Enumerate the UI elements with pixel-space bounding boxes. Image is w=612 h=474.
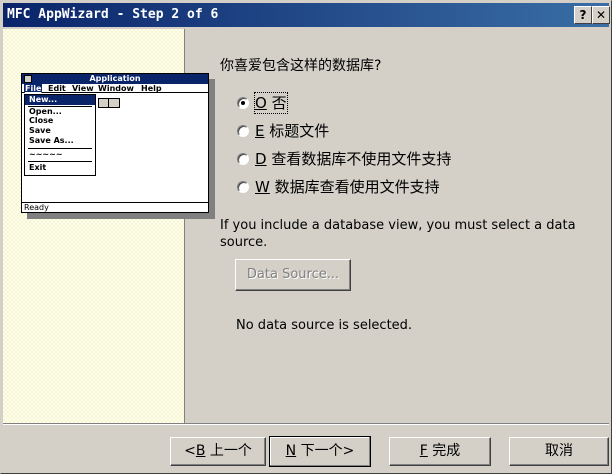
illustration-menu-separator <box>28 161 92 162</box>
database-question: 你喜爱包含这样的数据库? <box>220 58 382 74</box>
database-view-info: If you include a database view, you must… <box>220 218 576 250</box>
access-key: O <box>255 94 267 112</box>
next-label: 下一个> <box>300 443 355 459</box>
illustration-menu-window: Window <box>98 84 134 93</box>
illustration-menu-item: New... <box>25 95 95 105</box>
option-text: 查看数据库不使用文件支持 <box>271 150 452 168</box>
illustration-panel: Application File Edit View Window Help N… <box>3 29 215 423</box>
back-access-key: B <box>195 443 206 459</box>
finish-button[interactable]: F 完成 <box>389 437 491 466</box>
window-title: MFC AppWizard - Step 2 of 6 <box>7 7 219 22</box>
access-key: E <box>255 122 265 140</box>
illustration-menu-view: View <box>72 84 94 93</box>
radio-button[interactable] <box>237 125 249 137</box>
application-illustration: Application File Edit View Window Help N… <box>21 73 215 219</box>
data-source-status: No data source is selected. <box>236 318 413 333</box>
option-text: 数据库查看使用文件支持 <box>274 178 440 196</box>
finish-access-key: F <box>419 443 428 459</box>
back-button[interactable]: <B 上一个 <box>170 437 266 466</box>
illustration-menu-edit: Edit <box>48 84 66 93</box>
radio-button[interactable] <box>237 153 249 165</box>
illustration-system-menu-icon <box>24 75 32 83</box>
button-divider <box>3 423 609 425</box>
radio-label[interactable]: D 查看数据库不使用文件支持 <box>255 149 451 169</box>
access-key: W <box>255 178 270 196</box>
help-button[interactable]: ? <box>574 6 592 24</box>
radio-label[interactable]: W 数据库查看使用文件支持 <box>255 177 440 197</box>
radio-label[interactable]: E 标题文件 <box>255 121 329 141</box>
illustration-file-menu: New... Open... Close Save Save As... ~~~… <box>24 94 96 176</box>
illustration-menu-item: Save As... <box>29 136 74 145</box>
radio-selected-dot <box>241 101 245 105</box>
next-button[interactable]: N 下一个> <box>269 436 371 467</box>
wizard-window: MFC AppWizard - Step 2 of 6 ? ✕ Applicat… <box>0 0 612 474</box>
illustration-window: Application File Edit View Window Help N… <box>21 73 209 213</box>
illustration-menubar: File Edit View Window Help <box>22 84 208 93</box>
option-text: 标题文件 <box>269 122 330 140</box>
back-prefix: < <box>184 443 196 459</box>
illustration-menu-item: Exit <box>29 163 47 172</box>
cancel-button[interactable]: 取消 <box>509 437 609 466</box>
illustration-menu-item: Close <box>29 116 54 125</box>
illustration-title: Application <box>22 74 208 84</box>
illustration-menu-item: Save <box>29 126 51 135</box>
illustration-menu-help: Help <box>141 84 162 93</box>
data-source-button[interactable]: Data Source... <box>235 259 351 291</box>
finish-label: 完成 <box>432 443 461 459</box>
illustration-status-bar: Ready <box>22 202 208 212</box>
illustration-menu-file: File <box>24 84 43 93</box>
radio-label[interactable]: O 否 <box>254 92 288 114</box>
close-button[interactable]: ✕ <box>592 6 610 24</box>
illustration-menu-item: ~~~~~ <box>29 150 63 159</box>
access-key: D <box>255 150 267 168</box>
radio-button[interactable] <box>237 181 249 193</box>
back-label: 上一个 <box>209 443 252 459</box>
illustration-toolbar-icon <box>98 98 120 108</box>
title-bar[interactable]: MFC AppWizard - Step 2 of 6 ? ✕ <box>3 3 610 27</box>
radio-button[interactable] <box>237 97 249 109</box>
illustration-menu-separator <box>28 148 92 149</box>
next-access-key: N <box>285 443 297 459</box>
option-text: 否 <box>271 94 287 112</box>
